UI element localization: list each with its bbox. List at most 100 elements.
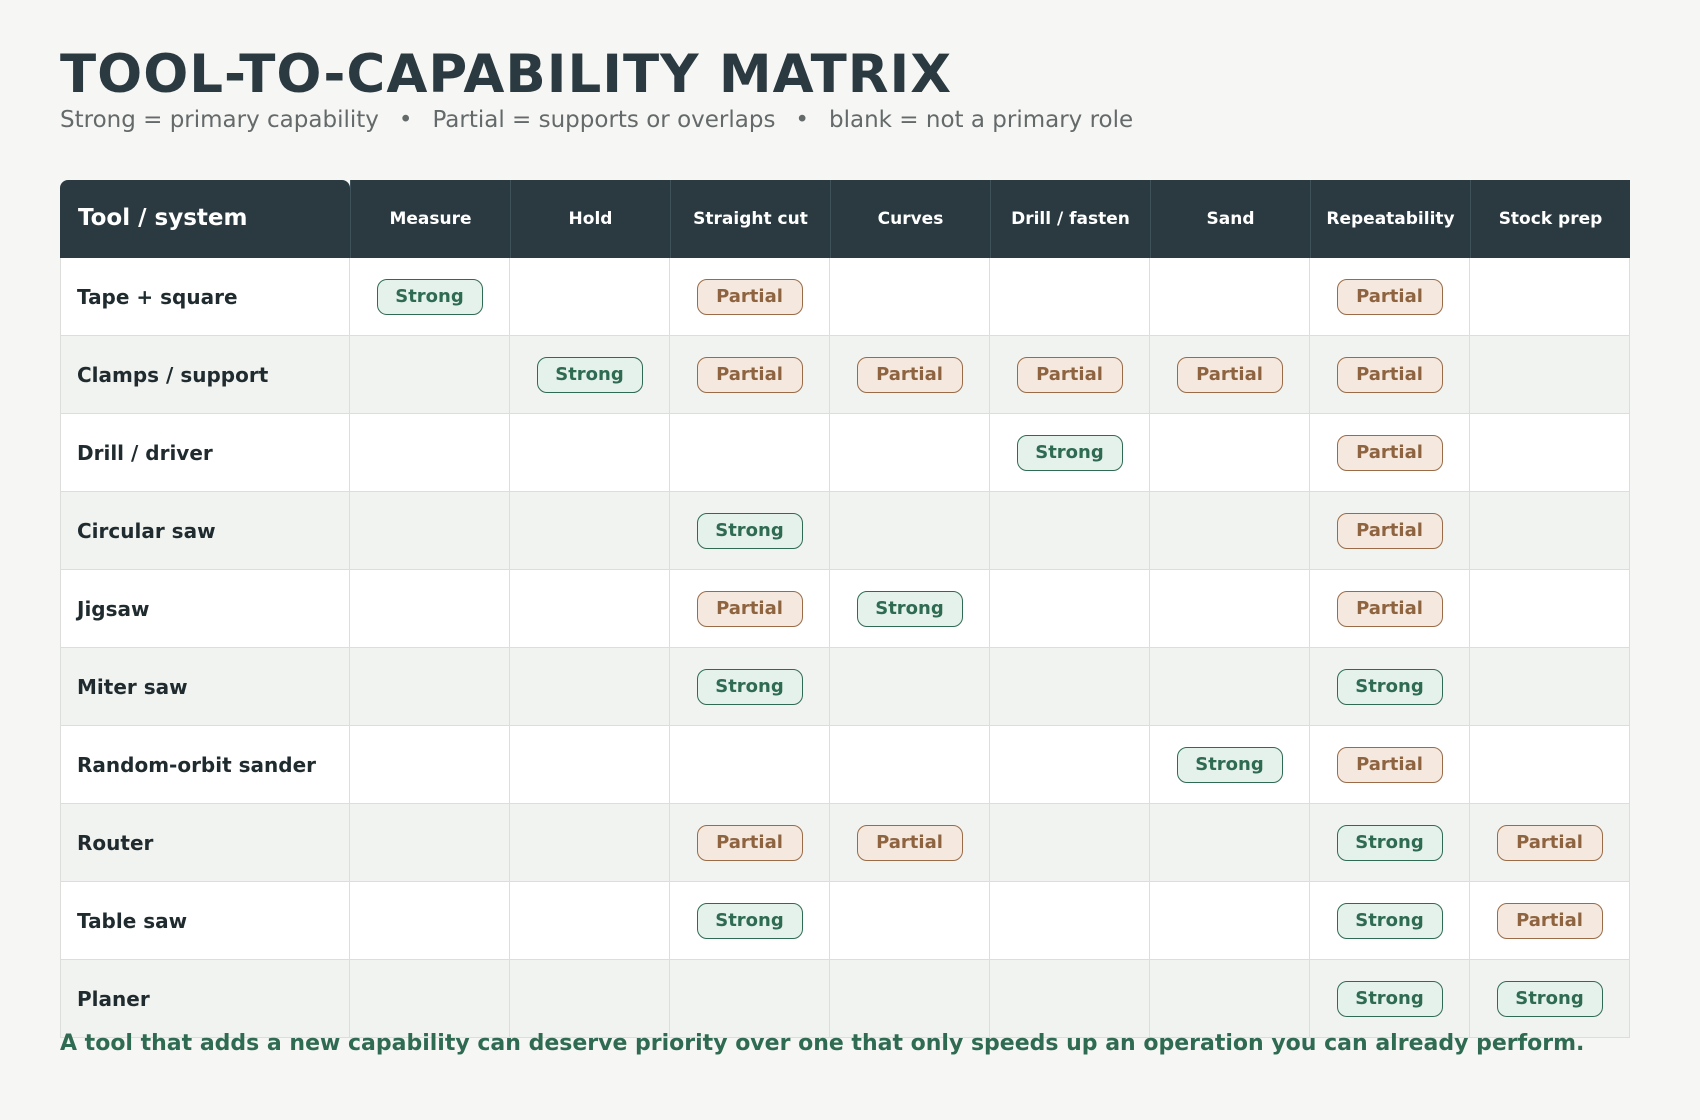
- matrix-cell: [830, 726, 990, 804]
- matrix-cell: Strong: [1310, 804, 1470, 882]
- matrix-cell: Partial: [670, 570, 830, 648]
- legend: Strong = primary capability • Partial = su…: [60, 107, 1133, 133]
- strong-badge: Strong: [1336, 668, 1443, 705]
- matrix-cell: Strong: [670, 492, 830, 570]
- column-header: Curves: [830, 180, 990, 258]
- matrix-cell: [990, 258, 1150, 336]
- matrix-cell: [350, 960, 510, 1038]
- matrix-cell: [350, 804, 510, 882]
- partial-badge: Partial: [1336, 512, 1443, 549]
- matrix-cell: [990, 882, 1150, 960]
- matrix-cell: [990, 960, 1150, 1038]
- matrix-cell: [830, 414, 990, 492]
- matrix-cell: [350, 648, 510, 726]
- matrix-cell: [1150, 258, 1310, 336]
- matrix-cell: Partial: [670, 804, 830, 882]
- matrix-cell: Partial: [670, 336, 830, 414]
- matrix-cell: Strong: [670, 648, 830, 726]
- strong-badge: Strong: [376, 278, 483, 315]
- tool-name: Clamps / support: [60, 336, 350, 414]
- matrix-cell: Partial: [1310, 414, 1470, 492]
- partial-badge: Partial: [1336, 434, 1443, 471]
- matrix-cell: Strong: [1150, 726, 1310, 804]
- matrix-cell: [990, 726, 1150, 804]
- partial-badge: Partial: [1336, 356, 1443, 393]
- matrix-cell: [510, 804, 670, 882]
- matrix-cell: [1470, 492, 1630, 570]
- matrix-cell: [510, 414, 670, 492]
- matrix-cell: [990, 570, 1150, 648]
- strong-badge: Strong: [696, 512, 803, 549]
- partial-badge: Partial: [856, 356, 963, 393]
- matrix-cell: [1470, 570, 1630, 648]
- matrix-cell: [510, 882, 670, 960]
- matrix-cell: [510, 258, 670, 336]
- matrix-cell: Partial: [1310, 726, 1470, 804]
- matrix-cell: [1470, 336, 1630, 414]
- tool-name: Planer: [60, 960, 350, 1038]
- matrix-cell: [510, 570, 670, 648]
- strong-badge: Strong: [1176, 746, 1283, 783]
- matrix-cell: Strong: [1310, 882, 1470, 960]
- tool-name: Drill / driver: [60, 414, 350, 492]
- matrix-cell: [1470, 648, 1630, 726]
- matrix-cell: Strong: [1470, 960, 1630, 1038]
- legend-blank: blank = not a primary role: [829, 107, 1134, 133]
- matrix-cell: Strong: [350, 258, 510, 336]
- matrix-cell: [510, 726, 670, 804]
- matrix-cell: [830, 882, 990, 960]
- matrix-cell: Strong: [670, 882, 830, 960]
- tool-name: Miter saw: [60, 648, 350, 726]
- tool-name: Tape + square: [60, 258, 350, 336]
- matrix-cell: [510, 960, 670, 1038]
- matrix-cell: [830, 960, 990, 1038]
- matrix-cell: [990, 648, 1150, 726]
- tool-name: Random-orbit sander: [60, 726, 350, 804]
- matrix-cell: [350, 882, 510, 960]
- legend-separator: •: [795, 107, 809, 133]
- strong-badge: Strong: [1496, 980, 1603, 1017]
- matrix-cell: Partial: [1310, 336, 1470, 414]
- matrix-cell: [1150, 882, 1310, 960]
- partial-badge: Partial: [696, 278, 803, 315]
- partial-badge: Partial: [1336, 278, 1443, 315]
- matrix-cell: [510, 648, 670, 726]
- page-title: TOOL-TO-CAPABILITY MATRIX: [60, 44, 953, 105]
- matrix-cell: Partial: [1310, 492, 1470, 570]
- matrix-cell: [990, 492, 1150, 570]
- matrix-cell: Partial: [990, 336, 1150, 414]
- strong-badge: Strong: [1336, 824, 1443, 861]
- strong-badge: Strong: [696, 668, 803, 705]
- matrix-cell: [350, 570, 510, 648]
- tool-name: Jigsaw: [60, 570, 350, 648]
- tool-name: Router: [60, 804, 350, 882]
- column-header: Stock prep: [1470, 180, 1630, 258]
- legend-strong: Strong = primary capability: [60, 107, 379, 133]
- matrix-cell: [1150, 804, 1310, 882]
- footnote: A tool that adds a new capability can de…: [60, 1031, 1585, 1056]
- matrix-cell: [510, 492, 670, 570]
- matrix-cell: [1470, 414, 1630, 492]
- partial-badge: Partial: [696, 356, 803, 393]
- matrix-cell: [830, 258, 990, 336]
- matrix-cell: [830, 492, 990, 570]
- matrix-cell: Strong: [510, 336, 670, 414]
- matrix-cell: [670, 960, 830, 1038]
- column-header: Measure: [350, 180, 510, 258]
- legend-partial: Partial = supports or overlaps: [432, 107, 776, 133]
- partial-badge: Partial: [1336, 746, 1443, 783]
- matrix-cell: [1470, 258, 1630, 336]
- matrix-cell: [830, 648, 990, 726]
- column-header: Drill / fasten: [990, 180, 1150, 258]
- matrix-cell: [1470, 726, 1630, 804]
- partial-badge: Partial: [1016, 356, 1123, 393]
- matrix-cell: Partial: [1310, 258, 1470, 336]
- column-header: Hold: [510, 180, 670, 258]
- column-header: Sand: [1150, 180, 1310, 258]
- tool-name: Circular saw: [60, 492, 350, 570]
- partial-badge: Partial: [1496, 902, 1603, 939]
- column-header: Straight cut: [670, 180, 830, 258]
- matrix-cell: Partial: [1470, 804, 1630, 882]
- matrix-cell: [670, 726, 830, 804]
- strong-badge: Strong: [1336, 902, 1443, 939]
